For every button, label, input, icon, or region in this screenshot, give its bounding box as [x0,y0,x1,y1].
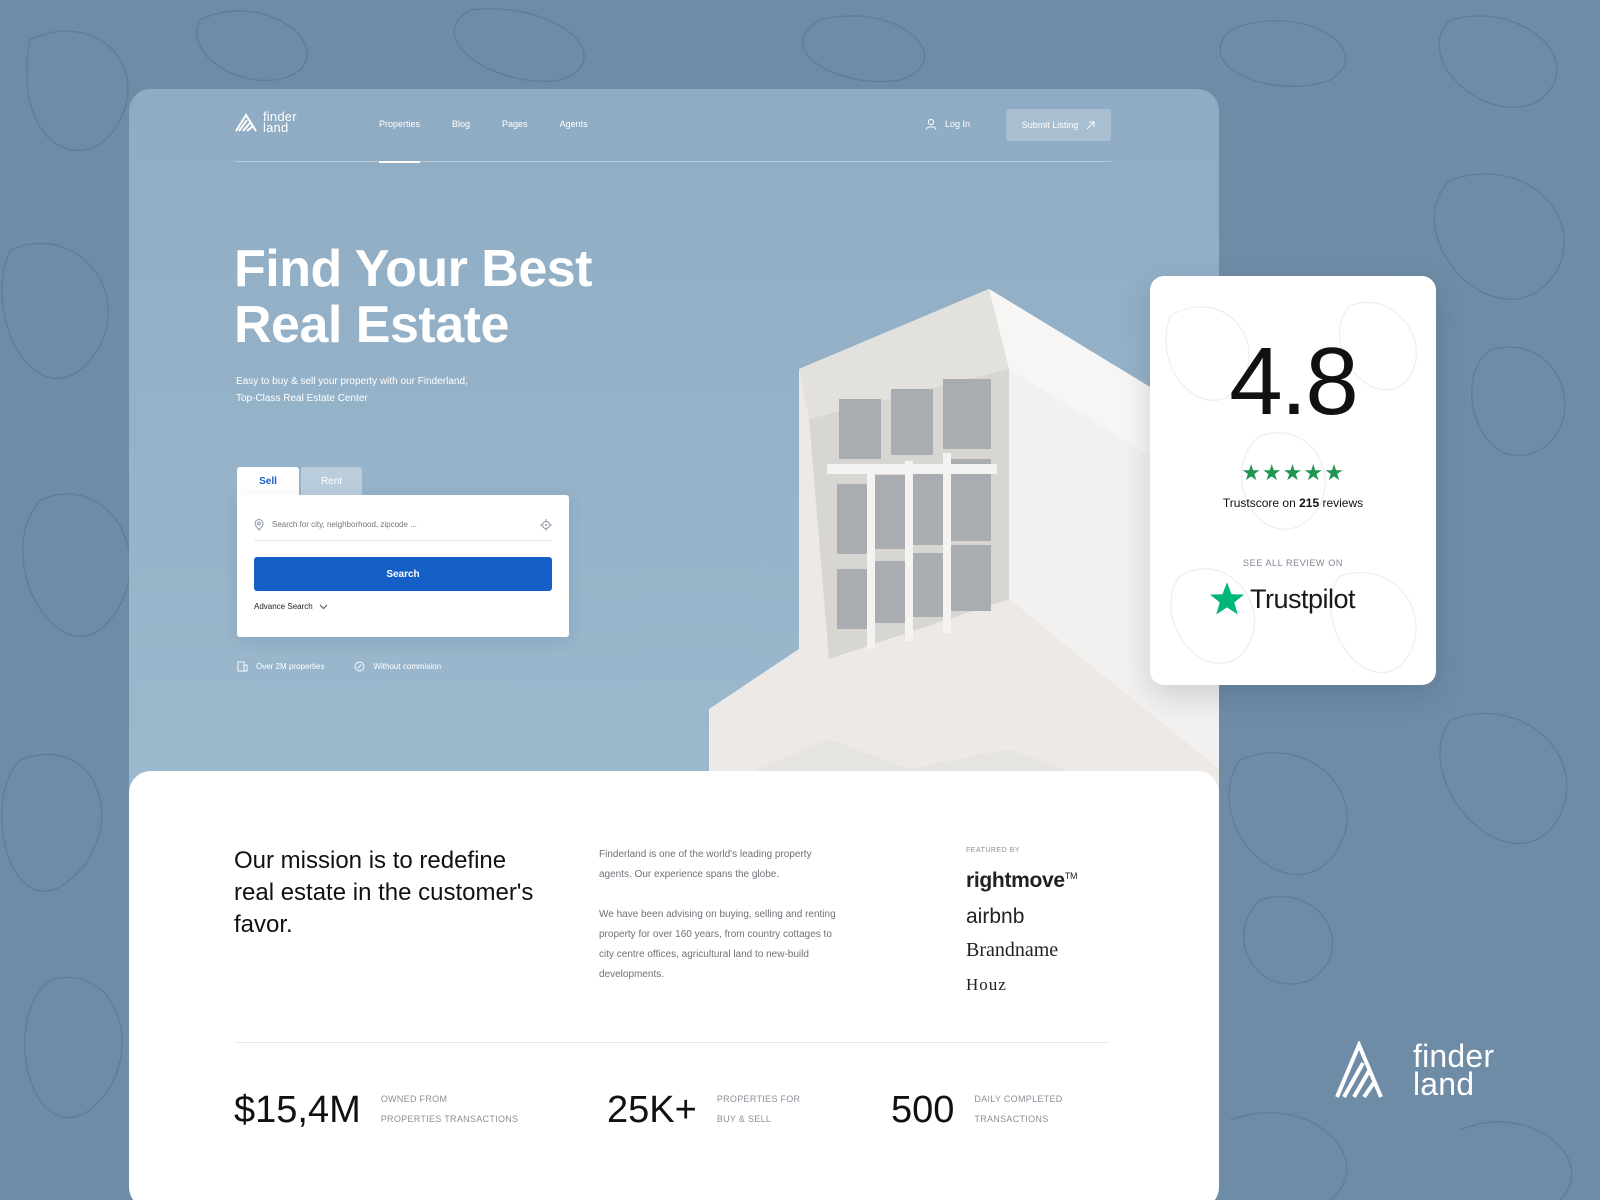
search-button[interactable]: Search [254,557,552,591]
nav-item-agents[interactable]: Agents [560,119,588,162]
rating-stars: ★★★★★ [1150,460,1436,486]
submit-listing-label: Submit Listing [1021,120,1079,130]
crosshair-icon[interactable] [540,518,552,531]
hero-subtitle-line-2: Top-Class Real Estate Center [236,393,368,404]
stat-label-line-2: TRANSACTIONS [974,1114,1049,1124]
stat-value: 500 [891,1089,955,1131]
website-preview: finder land Properties Blog Pages Agents… [129,89,1219,1200]
stat-label: DAILY COMPLETED TRANSACTIONS [974,1089,1062,1129]
trust-score: 4.8 [1229,328,1358,435]
about-paragraph-1: Finderland is one of the world's leading… [599,849,812,880]
feature-properties-label: Over 2M properties [256,662,325,671]
search-field [254,509,552,541]
stat-value: 25K+ [607,1089,697,1131]
nav-item-blog[interactable]: Blog [452,119,470,162]
stat-label: OWNED FROM PROPERTIES TRANSACTIONS [381,1089,519,1129]
stat-label-line-2: PROPERTIES TRANSACTIONS [380,1114,519,1124]
reviews-count: 215 [1299,496,1320,510]
trustpilot-card[interactable]: 4.8 ★★★★★ Trustscore on 215 reviews SEE … [1150,276,1436,685]
search-card: Search Advance Search [237,495,569,637]
trademark-mark: TM [1064,871,1078,881]
stat-label-line-1: OWNED FROM [380,1094,448,1104]
tab-rent[interactable]: Rent [301,467,362,496]
submit-listing-button[interactable]: Submit Listing [1006,109,1111,141]
login-link[interactable]: Log In [925,118,970,130]
advance-search-toggle[interactable]: Advance Search [254,602,328,611]
about-paragraph-2: We have been advising on buying, selling… [599,909,836,980]
about-section: Our mission is to redefine real estate i… [129,771,1219,1200]
stat-label: PROPERTIES FOR BUY & SELL [717,1089,801,1129]
brand-rightmove: rightmoveTM [966,869,1078,893]
reviews-suffix: reviews [1322,496,1364,510]
location-pin-icon [254,518,264,531]
top-navigation: finder land Properties Blog Pages Agents… [235,109,1111,163]
logo-line-2: land [263,120,289,135]
trustpilot-star-icon [1209,582,1245,615]
stat-daily-transactions: 500 DAILY COMPLETED TRANSACTIONS [891,1091,1063,1129]
mission-statement: Our mission is to redefine real estate i… [234,847,534,938]
house-logo-icon [235,113,257,132]
hero-title-line-1: Find Your Best [234,240,593,298]
feature-commission-label: Without commision [373,662,442,671]
search-tabs: Sell Rent [237,467,362,496]
stars-glyphs: ★★★★★ [1241,460,1345,485]
hero-subtitle-line-1: Easy to buy & sell your property with ou… [236,376,468,387]
arrow-up-right-icon [1086,121,1095,129]
stat-transactions-value: $15,4M OWNED FROM PROPERTIES TRANSACTION… [234,1091,518,1129]
brand-brandname: Brandname [966,939,1059,961]
logo-line-2: land [1413,1066,1475,1102]
tab-sell[interactable]: Sell [237,467,299,496]
hero-title: Find Your Best Real Estate [234,241,654,353]
brand-houz: Houz [966,975,1007,994]
login-label: Log In [945,119,971,129]
brand-rightmove-label: rightmove [966,869,1065,892]
advance-search-label: Advance Search [254,602,313,611]
hero-subtitle: Easy to buy & sell your property with ou… [236,373,496,407]
building-icon [237,661,248,672]
user-icon [925,118,937,130]
stat-label-line-2: BUY & SELL [716,1114,772,1124]
nav-item-properties[interactable]: Properties [379,119,421,163]
nav-links: Properties Blog Pages Agents [379,119,588,163]
chevron-down-icon [319,604,328,609]
stat-value: $15,4M [234,1089,361,1131]
corner-brand-logo: finder land [1335,1040,1503,1102]
reviews-summary: Trustscore on 215 reviews [1150,496,1436,510]
about-text: Finderland is one of the world's leading… [599,845,839,985]
stat-label-line-1: DAILY COMPLETED [974,1094,1063,1104]
see-all-reviews-label: SEE ALL REVIEW ON [1243,558,1343,568]
brand-airbnb: airbnb [966,905,1025,928]
hero-features: Over 2M properties Without commision [237,661,441,672]
stat-properties-count: 25K+ PROPERTIES FOR BUY & SELL [607,1091,800,1129]
trustpilot-logo[interactable]: Trustpilot [1208,580,1356,618]
nav-item-pages[interactable]: Pages [502,119,528,162]
percent-badge-icon [355,661,365,672]
search-input[interactable] [272,520,532,529]
corner-logo-text: finder land [1413,1040,1503,1102]
logo-text: finder land [263,110,303,135]
trustpilot-wordmark: Trustpilot [1250,583,1356,614]
feature-commission: Without commision [354,661,441,672]
site-logo[interactable]: finder land [235,110,303,135]
house-logo-icon [1335,1041,1383,1099]
reviews-prefix: Trustscore on [1222,496,1296,510]
hero-title-line-2: Real Estate [234,296,509,354]
stat-label-line-1: PROPERTIES FOR [716,1094,801,1104]
section-divider [234,1042,1110,1043]
feature-properties: Over 2M properties [237,661,324,672]
featured-by-label: FEATURED BY [966,847,1020,854]
